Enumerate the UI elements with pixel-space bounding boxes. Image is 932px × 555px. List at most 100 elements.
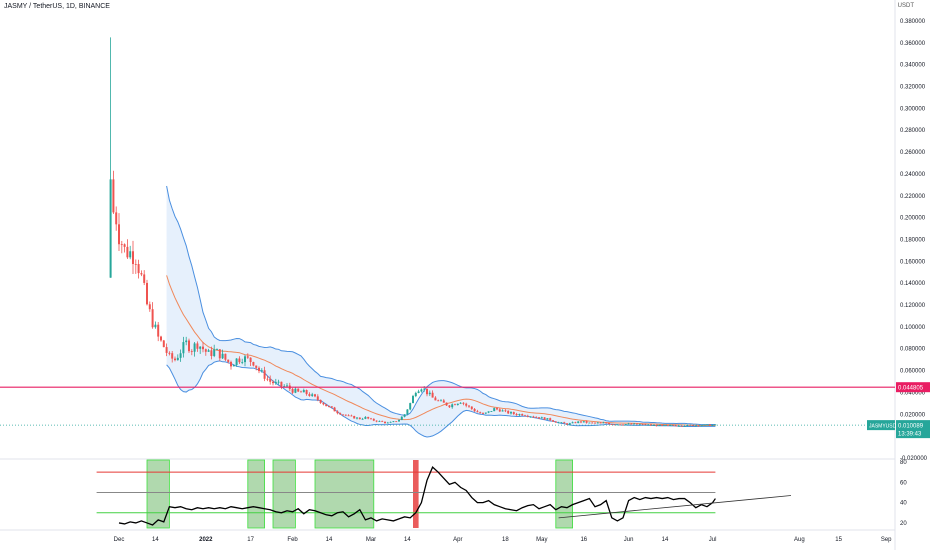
candle-body	[571, 422, 574, 424]
last-price-label: 0.010089	[898, 424, 924, 430]
candle-body	[140, 273, 143, 275]
candle-body	[664, 425, 666, 427]
candle-body	[619, 424, 622, 426]
y-tick-label: 0.280000	[900, 128, 926, 134]
candle-body	[504, 410, 507, 412]
candle-body	[305, 390, 308, 395]
candle-body	[286, 385, 288, 387]
y-tick-label: 0.240000	[900, 172, 926, 178]
candle-body	[118, 224, 120, 245]
candle-body	[230, 361, 232, 367]
candle-body	[580, 421, 582, 423]
candle-body	[434, 397, 437, 401]
candle-body	[630, 423, 633, 425]
candle-body	[154, 324, 157, 328]
candle-body	[398, 420, 400, 422]
candle-body	[448, 405, 451, 408]
candle-body	[518, 414, 521, 416]
candle-body	[353, 416, 356, 419]
candle-body	[258, 367, 260, 372]
countdown-label: 13:39:43	[898, 432, 922, 438]
candle-body	[361, 418, 364, 420]
candle-body	[182, 342, 185, 354]
candle-body	[199, 346, 202, 349]
price-chart[interactable]: 0.380000 0.360000 0.340000 0.320000 0.300000…	[0, 0, 932, 550]
candle-body	[381, 420, 384, 422]
symbol-tag-label: JASMYUSDT	[869, 424, 899, 430]
y-tick-label: 0.080000	[900, 347, 926, 353]
oscillator-y-tick-label: 20	[900, 521, 907, 527]
candle-body	[454, 404, 456, 406]
candle-body	[706, 424, 708, 426]
candle-body	[260, 370, 263, 372]
candle-body	[409, 403, 412, 410]
green-zone	[247, 459, 266, 529]
candle-body	[339, 413, 342, 415]
candle-body	[244, 356, 246, 363]
candle-body	[300, 391, 302, 393]
candle-body	[596, 422, 599, 424]
candle-body	[395, 421, 398, 423]
candle-body	[372, 418, 375, 421]
candle-body	[330, 406, 333, 408]
y-tick-label: 0.200000	[900, 216, 926, 222]
candle-body	[479, 412, 482, 414]
candle-body	[557, 422, 560, 424]
candle-body	[319, 399, 322, 403]
candle-body	[342, 414, 344, 416]
candle-body	[403, 414, 406, 417]
candle-body	[302, 390, 305, 393]
candle-body	[563, 422, 566, 424]
candle-body	[297, 388, 300, 392]
candle-body	[498, 409, 501, 412]
candle-body	[683, 425, 686, 427]
candle-body	[221, 353, 224, 359]
candle-body	[274, 381, 277, 384]
candle-body	[325, 404, 328, 407]
candle-body	[241, 362, 244, 363]
candle-body	[392, 421, 395, 423]
candle-body	[227, 359, 230, 362]
candle-body	[465, 403, 468, 406]
candle-body	[526, 415, 529, 417]
candle-body	[510, 412, 512, 414]
candle-body	[272, 381, 274, 384]
candle-body	[560, 422, 563, 424]
candle-body	[176, 357, 179, 361]
candle-body	[675, 425, 678, 427]
candle-body	[210, 350, 213, 357]
candle-body	[535, 417, 538, 418]
candle-body	[484, 412, 487, 414]
candle-body	[266, 378, 269, 380]
candle-body	[552, 420, 554, 422]
candle-body	[277, 381, 280, 383]
candle-body	[470, 406, 473, 409]
candle-body	[269, 378, 272, 382]
level-price-label: 0.044805	[898, 386, 924, 392]
green-zone	[272, 459, 296, 529]
candle-body	[213, 349, 216, 357]
candle-body	[204, 349, 207, 352]
chart-root: JASMY / TetherUS, 1D, BINANCE USDT 0.380…	[0, 0, 932, 550]
x-tick-label: 17	[247, 537, 254, 543]
candle-body	[549, 418, 552, 421]
y-tick-label: 0.060000	[900, 369, 926, 375]
candle-body	[115, 212, 118, 225]
candle-body	[582, 421, 585, 423]
candle-body	[622, 424, 624, 426]
candle-body	[624, 424, 627, 425]
y-tick-label: 0.180000	[900, 237, 926, 243]
candle-body	[442, 400, 445, 403]
candle-body	[459, 402, 462, 404]
candle-body	[697, 425, 700, 427]
candle-body	[566, 423, 568, 425]
candle-body	[678, 425, 680, 427]
x-tick-label: 14	[326, 537, 333, 543]
x-tick-label: Jul	[709, 537, 717, 543]
x-tick-label: 14	[152, 537, 159, 543]
candle-body	[423, 388, 426, 390]
candle-body	[414, 393, 417, 397]
y-tick-label: 0.140000	[900, 281, 926, 287]
candle-body	[490, 411, 493, 412]
candle-body	[370, 418, 372, 420]
